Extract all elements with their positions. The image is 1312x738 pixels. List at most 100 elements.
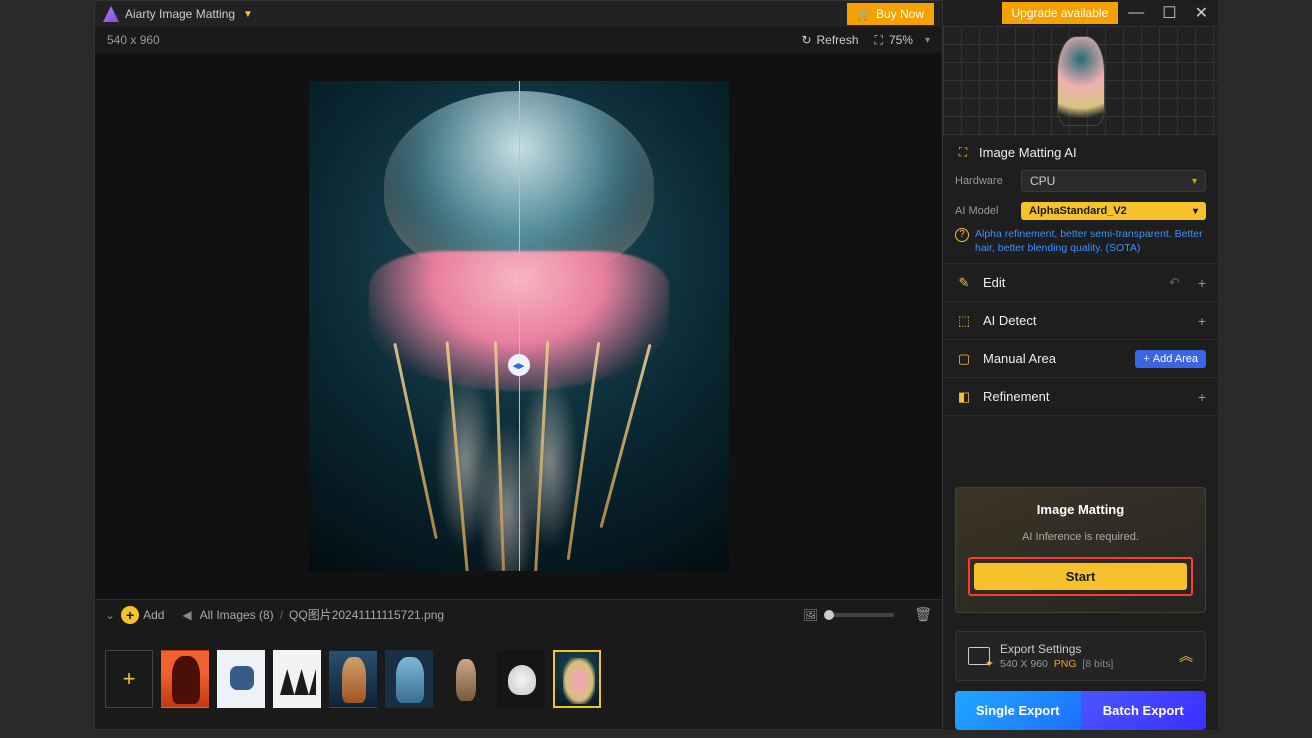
export-buttons: Single Export Batch Export <box>955 691 1206 730</box>
canvas-toolbar: 540 x 960 ↻ Refresh ⛶ 75% ▾ <box>95 27 942 53</box>
app-title: Aiarty Image Matting <box>125 7 235 21</box>
model-label: AI Model <box>955 205 1013 217</box>
manual-area-icon: ▢ <box>955 351 973 367</box>
start-note: AI Inference is required. <box>968 531 1193 543</box>
collapse-icon[interactable]: ⌄ <box>105 608 115 622</box>
ai-detect-panel[interactable]: ⬚ AI Detect + <box>943 302 1218 340</box>
buy-now-button[interactable]: Buy Now <box>847 3 934 25</box>
batch-export-label: Batch Export <box>1103 703 1184 718</box>
refresh-button[interactable]: ↻ Refresh <box>801 33 858 47</box>
start-highlight-frame: Start <box>968 557 1193 596</box>
batch-export-button[interactable]: Batch Export <box>1081 691 1207 730</box>
thumbnail-view-icon[interactable]: 🖼 <box>803 608 818 622</box>
start-button-label: Start <box>1066 569 1096 584</box>
export-format: PNG <box>1054 658 1077 670</box>
refinement-expand-icon[interactable]: + <box>1198 389 1206 405</box>
thumbnail-size-slider[interactable] <box>824 613 894 617</box>
manual-area-label: Manual Area <box>983 351 1056 366</box>
refinement-icon: ◧ <box>955 389 973 405</box>
app-logo-icon <box>103 6 119 22</box>
add-area-button[interactable]: + Add Area <box>1135 350 1206 368</box>
compare-divider[interactable] <box>519 81 520 571</box>
start-button[interactable]: Start <box>974 563 1187 590</box>
footer-bar: ⌄ + Add ◀ All Images (8) / QQ图片202411111… <box>95 599 942 629</box>
edit-panel[interactable]: ✎ Edit ↶ + <box>943 264 1218 302</box>
model-select[interactable]: AlphaStandard_V2 ▾ <box>1021 202 1206 220</box>
breadcrumb-separator: / <box>280 608 283 622</box>
maximize-icon[interactable]: ☐ <box>1162 3 1176 23</box>
export-expand-icon[interactable]: ︽ <box>1179 646 1193 666</box>
matting-ai-title: Image Matting AI <box>979 145 1077 160</box>
result-preview-thumbnail <box>1057 36 1105 126</box>
main-image-preview[interactable]: ◂▸ <box>309 81 729 571</box>
manual-area-panel[interactable]: ▢ Manual Area + Add Area <box>943 340 1218 378</box>
breadcrumb-all-images[interactable]: All Images (8) <box>200 608 274 622</box>
edit-expand-icon[interactable]: + <box>1198 275 1206 291</box>
buy-now-label: Buy Now <box>876 7 924 21</box>
start-panel: Image Matting AI Inference is required. … <box>955 487 1206 613</box>
ai-detect-label: AI Detect <box>983 313 1036 328</box>
matting-ai-section: ⛶ Image Matting AI Hardware CPU ▾ AI Mod… <box>943 136 1218 264</box>
refinement-panel[interactable]: ◧ Refinement + <box>943 378 1218 416</box>
export-size: 540 X 960 <box>1000 658 1048 670</box>
add-label: Add <box>143 608 164 622</box>
undo-icon[interactable]: ↶ <box>1169 275 1180 291</box>
title-dropdown-icon[interactable]: ▼ <box>243 9 253 20</box>
compare-handle-icon[interactable]: ◂▸ <box>508 354 530 376</box>
edit-icon: ✎ <box>955 275 973 291</box>
thumbnail-4[interactable] <box>329 650 377 708</box>
result-preview <box>943 26 1218 136</box>
close-icon[interactable]: ✕ <box>1195 3 1208 23</box>
model-note: ? Alpha refinement, better semi-transpar… <box>955 227 1206 255</box>
add-area-label: Add Area <box>1153 353 1198 365</box>
model-note-text: Alpha refinement, better semi-transparen… <box>975 228 1203 254</box>
ai-detect-icon: ⬚ <box>955 313 973 329</box>
thumbnail-3[interactable] <box>273 650 321 708</box>
delete-icon[interactable]: 🗑 <box>914 606 932 623</box>
thumbnail-strip: + <box>95 629 942 729</box>
export-settings-panel[interactable]: Export Settings 540 X 960 PNG [8 bits] ︽ <box>955 631 1206 681</box>
thumbnail-1[interactable] <box>161 650 209 708</box>
image-dimensions: 540 x 960 <box>107 33 160 47</box>
hardware-caret-icon: ▾ <box>1192 176 1197 187</box>
edit-label: Edit <box>983 275 1005 290</box>
matting-ai-icon: ⛶ <box>955 144 971 160</box>
hardware-label: Hardware <box>955 175 1013 187</box>
breadcrumb-current-file: QQ图片20241111115721.png <box>289 606 444 623</box>
single-export-label: Single Export <box>976 703 1060 718</box>
ai-detect-expand-icon[interactable]: + <box>1198 313 1206 329</box>
start-title: Image Matting <box>968 502 1193 517</box>
upgrade-label: Upgrade available <box>1012 6 1109 20</box>
minimize-icon[interactable]: — <box>1128 4 1144 22</box>
title-bar: Aiarty Image Matting ▼ Buy Now <box>95 1 942 27</box>
add-image-button[interactable]: + <box>121 606 139 624</box>
refresh-icon: ↻ <box>801 33 811 47</box>
thumbnail-2[interactable] <box>217 650 265 708</box>
single-export-button[interactable]: Single Export <box>955 691 1081 730</box>
thumbnail-6[interactable] <box>441 650 489 708</box>
hardware-select[interactable]: CPU ▾ <box>1021 170 1206 192</box>
refinement-label: Refinement <box>983 389 1049 404</box>
thumbnail-8-selected[interactable] <box>553 650 601 708</box>
upgrade-button[interactable]: Upgrade available <box>1002 2 1119 24</box>
zoom-control[interactable]: ⛶ 75% ▾ <box>875 33 930 48</box>
export-bits: [8 bits] <box>1082 658 1113 670</box>
model-value: AlphaStandard_V2 <box>1029 205 1127 217</box>
window-controls-bar: Upgrade available — ☐ ✕ <box>943 0 1218 26</box>
zoom-value: 75% <box>889 33 913 47</box>
model-caret-icon: ▾ <box>1193 206 1198 217</box>
add-area-plus-icon: + <box>1143 353 1149 365</box>
canvas-area: ◂▸ <box>95 53 942 599</box>
thumbnail-5[interactable] <box>385 650 433 708</box>
cart-icon <box>857 7 871 21</box>
info-icon[interactable]: ? <box>955 228 969 242</box>
hardware-value: CPU <box>1030 174 1055 188</box>
add-tile-button[interactable]: + <box>105 650 153 708</box>
zoom-caret-icon: ▾ <box>925 35 930 46</box>
thumbnail-7[interactable] <box>497 650 545 708</box>
zoom-focus-icon: ⛶ <box>875 33 883 48</box>
export-settings-label: Export Settings <box>1000 642 1113 656</box>
export-settings-icon <box>968 647 990 665</box>
refresh-label: Refresh <box>817 33 859 47</box>
back-arrow-icon[interactable]: ◀ <box>182 608 191 622</box>
